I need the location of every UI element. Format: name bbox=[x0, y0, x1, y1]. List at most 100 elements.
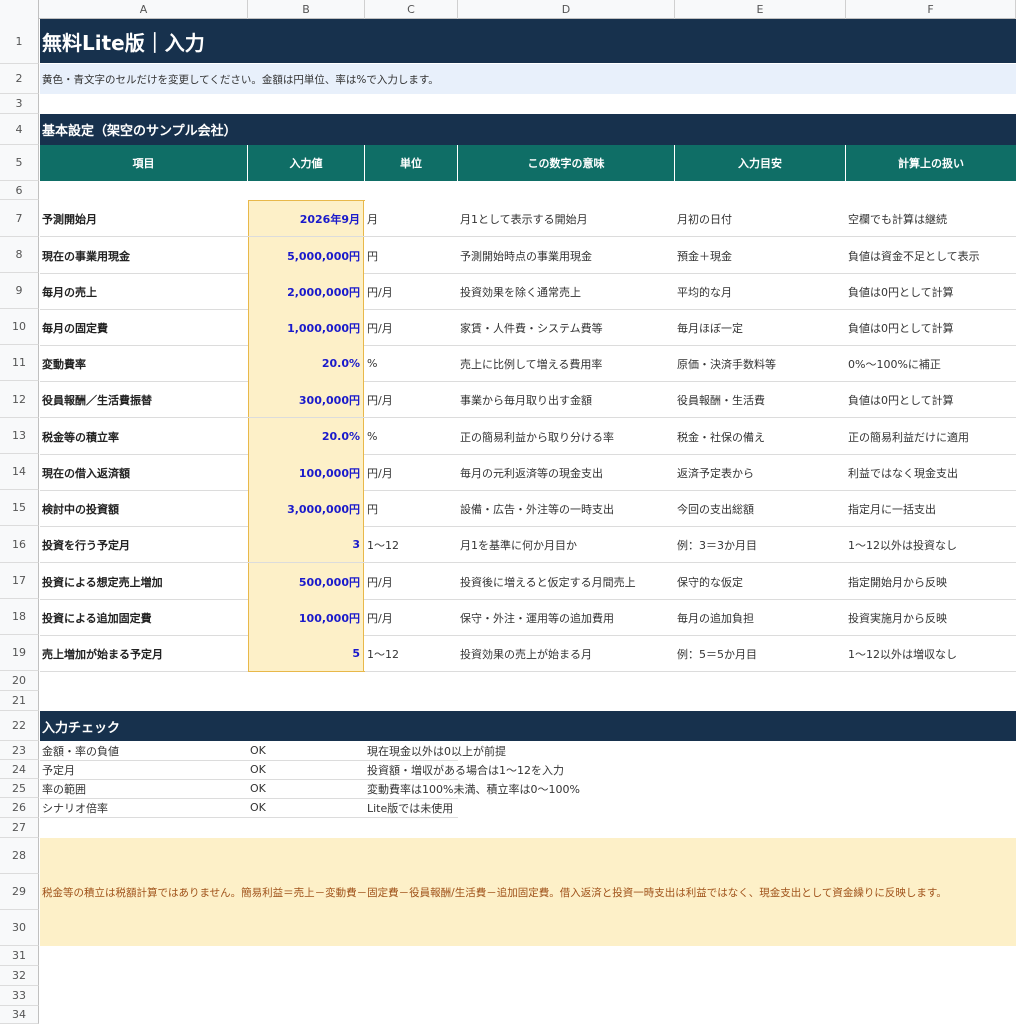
row-header-22[interactable]: 22 bbox=[0, 711, 39, 741]
item-meaning: 家賃・人件費・システム費等 bbox=[460, 321, 603, 335]
input-column-bottom-border bbox=[248, 671, 365, 672]
item-label: 税金等の積立率 bbox=[42, 430, 119, 444]
row-divider bbox=[40, 671, 1016, 672]
row-header-1[interactable]: 1 bbox=[0, 19, 39, 64]
item-guide: 原価・決済手数料等 bbox=[677, 357, 776, 371]
item-handling: 空欄でも計算は継続 bbox=[848, 212, 947, 226]
row-header-16[interactable]: 16 bbox=[0, 526, 39, 563]
row-header-25[interactable]: 25 bbox=[0, 779, 39, 798]
table-header-input-value: 入力値 bbox=[248, 145, 365, 181]
item-guide: 役員報酬・生活費 bbox=[677, 393, 765, 407]
row-header-21[interactable]: 21 bbox=[0, 691, 39, 711]
column-header-a[interactable]: A bbox=[40, 0, 248, 19]
item-meaning: 事業から毎月取り出す金額 bbox=[460, 393, 592, 407]
item-handling: 0%〜100%に補正 bbox=[848, 357, 941, 371]
item-handling: 指定月に一括支出 bbox=[848, 502, 936, 516]
check-status: OK bbox=[250, 763, 266, 776]
row-header-10[interactable]: 10 bbox=[0, 309, 39, 345]
row-header-28[interactable]: 28 bbox=[0, 838, 39, 874]
row-header-23[interactable]: 23 bbox=[0, 741, 39, 760]
item-guide: 今回の支出総額 bbox=[677, 502, 754, 516]
item-handling: 投資実施月から反映 bbox=[848, 611, 947, 625]
row-header-5[interactable]: 5 bbox=[0, 145, 39, 181]
row-header-24[interactable]: 24 bbox=[0, 760, 39, 779]
row-header-30[interactable]: 30 bbox=[0, 910, 39, 946]
row-header-19[interactable]: 19 bbox=[0, 635, 39, 671]
row-header-11[interactable]: 11 bbox=[0, 345, 39, 381]
column-header-b[interactable]: B bbox=[248, 0, 365, 19]
table-header-handling: 計算上の扱い bbox=[846, 145, 1016, 181]
item-input-value[interactable]: 2026年9月 bbox=[248, 200, 364, 237]
select-all-corner[interactable] bbox=[0, 0, 39, 19]
item-input-value[interactable]: 300,000円 bbox=[248, 381, 364, 418]
row-header-13[interactable]: 13 bbox=[0, 418, 39, 454]
table-header-meaning: この数字の意味 bbox=[458, 145, 675, 181]
item-input-value[interactable]: 3,000,000円 bbox=[248, 490, 364, 527]
item-handling: 負値は0円として計算 bbox=[848, 285, 954, 299]
row-header-33[interactable]: 33 bbox=[0, 986, 39, 1006]
item-label: 検討中の投資額 bbox=[42, 502, 119, 516]
row-header-27[interactable]: 27 bbox=[0, 818, 39, 838]
row-header-6[interactable]: 6 bbox=[0, 181, 39, 200]
item-unit: 円/月 bbox=[367, 466, 393, 480]
item-label: 投資による想定売上増加 bbox=[42, 575, 163, 589]
item-input-value[interactable]: 5 bbox=[248, 635, 364, 672]
item-input-value[interactable]: 100,000円 bbox=[248, 599, 364, 636]
item-meaning: 設備・広告・外注等の一時支出 bbox=[460, 502, 614, 516]
item-input-value[interactable]: 1,000,000円 bbox=[248, 309, 364, 346]
item-input-value[interactable]: 500,000円 bbox=[248, 563, 364, 600]
row-header-8[interactable]: 8 bbox=[0, 237, 39, 273]
row-header-9[interactable]: 9 bbox=[0, 273, 39, 309]
row-header-26[interactable]: 26 bbox=[0, 798, 39, 818]
row-header-2[interactable]: 2 bbox=[0, 64, 39, 94]
item-handling: 1〜12以外は投資なし bbox=[848, 538, 957, 552]
column-header-d[interactable]: D bbox=[458, 0, 675, 19]
row-header-29[interactable]: 29 bbox=[0, 874, 39, 910]
row-header-4[interactable]: 4 bbox=[0, 114, 39, 145]
row-header-15[interactable]: 15 bbox=[0, 490, 39, 526]
item-unit: 円 bbox=[367, 249, 378, 263]
item-unit: 円/月 bbox=[367, 393, 393, 407]
item-guide: 例：5＝5か月目 bbox=[677, 647, 757, 661]
item-guide: 預金＋現金 bbox=[677, 249, 732, 263]
row-header-14[interactable]: 14 bbox=[0, 454, 39, 490]
row-header-3[interactable]: 3 bbox=[0, 94, 39, 114]
item-input-value[interactable]: 100,000円 bbox=[248, 454, 364, 491]
item-input-value[interactable]: 20.0% bbox=[248, 345, 364, 382]
input-column-top-border bbox=[248, 200, 365, 201]
item-unit: % bbox=[367, 430, 378, 443]
item-input-value[interactable]: 5,000,000円 bbox=[248, 237, 364, 274]
column-header-e[interactable]: E bbox=[675, 0, 846, 19]
row-header-34[interactable]: 34 bbox=[0, 1006, 39, 1024]
warning-note: 税金等の積立は税額計算ではありません。簡易利益＝売上－変動費－固定費－役員報酬/… bbox=[40, 838, 1016, 946]
column-header-f[interactable]: F bbox=[846, 0, 1016, 19]
check-note: 投資額・増収がある場合は1〜12を入力 bbox=[367, 763, 564, 777]
item-guide: 毎月の追加負担 bbox=[677, 611, 754, 625]
check-status: OK bbox=[250, 801, 266, 814]
item-unit: % bbox=[367, 357, 378, 370]
table-header-item: 項目 bbox=[40, 145, 248, 181]
item-guide: 保守的な仮定 bbox=[677, 575, 743, 589]
item-unit: 1〜12 bbox=[367, 647, 399, 661]
item-input-value[interactable]: 2,000,000円 bbox=[248, 273, 364, 310]
item-unit: 円/月 bbox=[367, 575, 393, 589]
check-row-divider bbox=[40, 817, 458, 818]
check-note: Lite版では未使用 bbox=[367, 801, 454, 815]
row-header-20[interactable]: 20 bbox=[0, 671, 39, 691]
check-status: OK bbox=[250, 782, 266, 795]
item-label: 毎月の売上 bbox=[42, 285, 97, 299]
row-header-32[interactable]: 32 bbox=[0, 966, 39, 986]
item-guide: 例：3＝3か月目 bbox=[677, 538, 757, 552]
row-header-31[interactable]: 31 bbox=[0, 946, 39, 966]
item-meaning: 正の簡易利益から取り分ける率 bbox=[460, 430, 614, 444]
column-header-c[interactable]: C bbox=[365, 0, 458, 19]
item-unit: 円/月 bbox=[367, 285, 393, 299]
row-header-18[interactable]: 18 bbox=[0, 599, 39, 635]
check-note: 現在現金以外は0以上が前提 bbox=[367, 744, 506, 758]
row-header-17[interactable]: 17 bbox=[0, 563, 39, 599]
item-handling: 利益ではなく現金支出 bbox=[848, 466, 958, 480]
row-header-12[interactable]: 12 bbox=[0, 381, 39, 418]
item-input-value[interactable]: 3 bbox=[248, 526, 364, 563]
item-input-value[interactable]: 20.0% bbox=[248, 418, 364, 455]
row-header-7[interactable]: 7 bbox=[0, 200, 39, 237]
